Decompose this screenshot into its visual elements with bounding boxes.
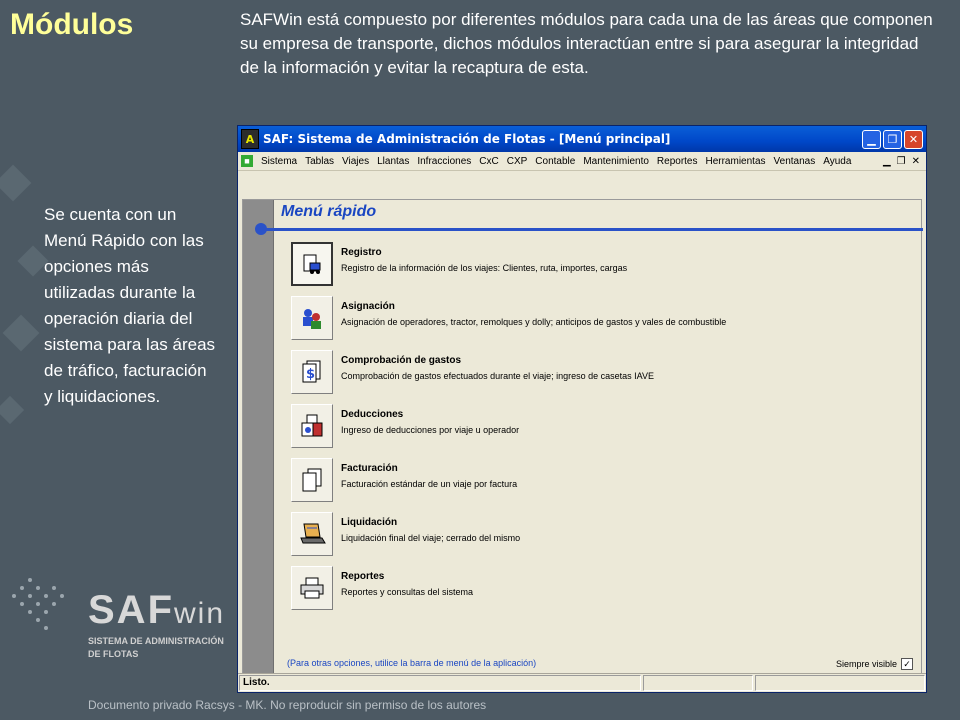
status-panel-2 bbox=[643, 675, 753, 691]
quick-item-asignacion[interactable]: Asignación Asignación de operadores, tra… bbox=[291, 296, 891, 342]
logo-sub-2: DE FLOTAS bbox=[88, 649, 139, 659]
slide-title: Módulos bbox=[10, 8, 134, 41]
quick-menu-title: Menú rápido bbox=[281, 203, 377, 220]
mdi-close-icon[interactable]: ✕ bbox=[912, 156, 920, 167]
quick-item-comprobacion[interactable]: $ Comprobación de gastos Comprobación de… bbox=[291, 350, 891, 396]
deducciones-button[interactable] bbox=[291, 404, 333, 448]
heading-line bbox=[261, 228, 923, 231]
mdi-minimize-icon[interactable]: ▁ bbox=[883, 156, 891, 167]
registro-button[interactable] bbox=[291, 242, 333, 286]
menu-cxc[interactable]: CxC bbox=[475, 156, 502, 167]
quick-item-deducciones[interactable]: Deducciones Ingreso de deducciones por v… bbox=[291, 404, 891, 450]
money-document-icon: $ bbox=[302, 360, 321, 383]
menu-herramientas[interactable]: Herramientas bbox=[701, 156, 769, 167]
menu-contable[interactable]: Contable bbox=[531, 156, 579, 167]
menu-bar: ■ Sistema Tablas Viajes Llantas Infracci… bbox=[238, 152, 926, 171]
reportes-button[interactable] bbox=[291, 566, 333, 610]
quick-menu-panel: Menú rápido Registro Registro de la info… bbox=[242, 199, 923, 683]
safwin-logo: SAFwin SISTEMA DE ADMINISTRACIÓN DE FLOT… bbox=[88, 590, 238, 660]
close-button[interactable]: ✕ bbox=[904, 129, 923, 149]
printer-icon bbox=[300, 577, 324, 599]
menu-ventanas[interactable]: Ventanas bbox=[770, 156, 820, 167]
menu-ayuda[interactable]: Ayuda bbox=[819, 156, 855, 167]
liquidacion-button[interactable] bbox=[291, 512, 333, 556]
documents-icon bbox=[302, 468, 322, 492]
asignacion-button[interactable] bbox=[291, 296, 333, 340]
logo-saf: SAF bbox=[88, 588, 174, 632]
quick-item-facturacion[interactable]: Facturación Facturación estándar de un v… bbox=[291, 458, 891, 504]
mdi-restore-icon[interactable]: ❐ bbox=[897, 156, 906, 167]
work-area: Menú rápido Registro Registro de la info… bbox=[238, 171, 926, 683]
item-description: Ingreso de deducciones por viaje u opera… bbox=[341, 425, 520, 435]
other-options-hint: (Para otras opciones, utilice la barra d… bbox=[287, 658, 537, 668]
status-text: Listo. bbox=[239, 675, 641, 691]
always-visible-checkbox[interactable]: ✓ bbox=[901, 658, 913, 670]
facturacion-button[interactable] bbox=[291, 458, 333, 502]
minimize-button[interactable]: ▁ bbox=[862, 129, 881, 149]
logo-win: win bbox=[174, 597, 226, 630]
status-panel-3 bbox=[755, 675, 925, 691]
minimize-icon: ▁ bbox=[867, 132, 876, 146]
menu-cxp[interactable]: CXP bbox=[503, 156, 532, 167]
mdi-child-icon[interactable]: ■ bbox=[241, 155, 253, 167]
window-title: SAF: Sistema de Administración de Flotas… bbox=[263, 132, 671, 146]
always-visible-option[interactable]: Siempre visible ✓ bbox=[836, 658, 913, 670]
item-label: Deducciones bbox=[341, 409, 404, 420]
item-description: Reportes y consultas del sistema bbox=[341, 587, 474, 597]
close-icon: ✕ bbox=[908, 132, 919, 146]
deductions-icon bbox=[301, 414, 323, 437]
app-window: A SAF: Sistema de Administración de Flot… bbox=[237, 125, 927, 693]
status-bar: Listo. bbox=[238, 673, 926, 692]
item-description: Facturación estándar de un viaje por fac… bbox=[341, 479, 518, 489]
item-label: Liquidación bbox=[341, 517, 398, 528]
item-description: Registro de la información de los viajes… bbox=[341, 263, 628, 273]
people-icon bbox=[303, 309, 321, 329]
side-text: Se cuenta con un Menú Rápido con las opc… bbox=[44, 205, 216, 406]
menu-viajes[interactable]: Viajes bbox=[338, 156, 373, 167]
menu-infracciones[interactable]: Infracciones bbox=[413, 156, 475, 167]
svg-text:$: $ bbox=[306, 367, 315, 382]
item-label: Asignación bbox=[341, 301, 395, 312]
intro-text: SAFWin está compuesto por diferentes mód… bbox=[240, 10, 933, 77]
item-label: Facturación bbox=[341, 463, 398, 474]
footer-text: Documento privado Racsys - MK. No reprod… bbox=[88, 698, 487, 712]
menu-llantas[interactable]: Llantas bbox=[373, 156, 413, 167]
item-description: Comprobación de gastos efectuados durant… bbox=[341, 371, 655, 381]
logo-sub-1: SISTEMA DE ADMINISTRACIÓN bbox=[88, 636, 224, 646]
laptop-icon bbox=[300, 523, 326, 544]
item-description: Liquidación final del viaje; cerrado del… bbox=[341, 533, 521, 543]
item-description: Asignación de operadores, tractor, remol… bbox=[341, 317, 727, 327]
menu-reportes[interactable]: Reportes bbox=[653, 156, 702, 167]
quick-item-liquidacion[interactable]: Liquidación Liquidación final del viaje;… bbox=[291, 512, 891, 558]
menu-tablas[interactable]: Tablas bbox=[301, 156, 338, 167]
panel-side-strip bbox=[243, 200, 274, 682]
quick-item-registro[interactable]: Registro Registro de la información de l… bbox=[291, 242, 891, 288]
title-bar[interactable]: A SAF: Sistema de Administración de Flot… bbox=[238, 126, 926, 152]
truck-document-icon bbox=[303, 254, 321, 274]
maximize-button[interactable]: ❐ bbox=[883, 129, 902, 149]
always-visible-label: Siempre visible bbox=[835, 659, 897, 669]
app-icon[interactable]: A bbox=[241, 129, 259, 149]
restore-icon: ❐ bbox=[887, 132, 898, 146]
menu-mantenimiento[interactable]: Mantenimiento bbox=[579, 156, 653, 167]
item-label: Reportes bbox=[341, 571, 385, 582]
comprobacion-button[interactable]: $ bbox=[291, 350, 333, 394]
item-label: Registro bbox=[341, 247, 382, 258]
menu-sistema[interactable]: Sistema bbox=[257, 156, 301, 167]
quick-item-reportes[interactable]: Reportes Reportes y consultas del sistem… bbox=[291, 566, 891, 612]
item-label: Comprobación de gastos bbox=[341, 355, 462, 366]
